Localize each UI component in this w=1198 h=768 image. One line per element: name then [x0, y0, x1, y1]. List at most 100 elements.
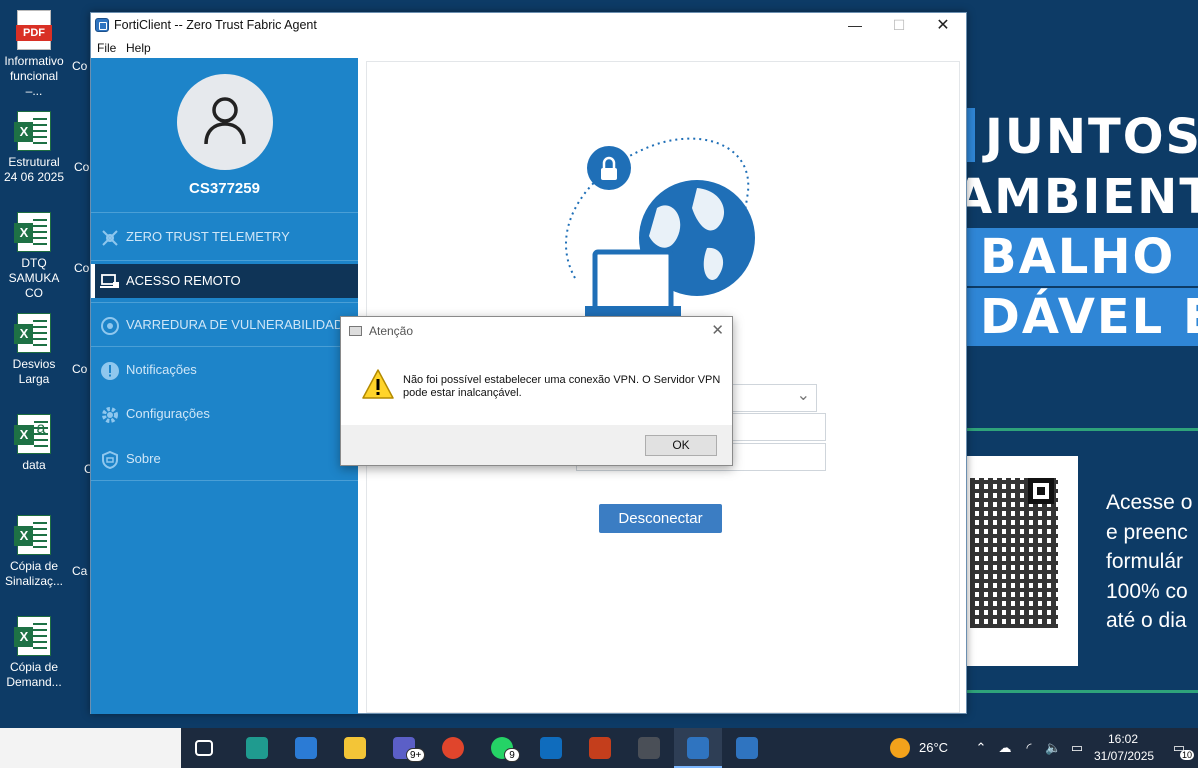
csv-file-icon [14, 414, 51, 454]
divider [91, 346, 358, 347]
desktop-icon[interactable]: Cópia de Demand... [0, 616, 68, 690]
pdf-file-icon [16, 10, 52, 50]
warning-icon [362, 369, 394, 399]
banner-line-4: DÁVEL E SE [966, 288, 1198, 346]
teams-taskbar-button[interactable]: 9+ [380, 728, 428, 768]
search-input[interactable] [0, 728, 181, 768]
sidebar-item-label: Sobre [126, 451, 161, 466]
desktop-icon[interactable]: Cópia de Sinalizaç... [0, 515, 68, 589]
banner-line-2: AMBIENTE [955, 169, 1198, 225]
alert-dialog: Atenção ✕ Não foi possível estabelecer u… [340, 316, 733, 466]
weather-icon[interactable] [890, 738, 910, 758]
sidebar-item-label: VARREDURA DE VULNERABILIDADE [126, 317, 352, 332]
outlook-icon [540, 737, 562, 759]
menu-bar: File Help [91, 38, 966, 58]
vulnerability-scan-icon [101, 317, 119, 335]
window-title: FortiClient -- Zero Trust Fabric Agent [114, 18, 317, 32]
excel-file-icon [14, 616, 51, 656]
wifi-icon[interactable]: ◜ [1021, 740, 1037, 756]
sidebar-item-configuracoes[interactable]: Configurações [91, 397, 358, 431]
chrome-taskbar-button[interactable] [429, 728, 477, 768]
divider [91, 302, 358, 303]
qr-code [966, 456, 1078, 666]
excel-file-icon [14, 515, 51, 555]
wallpaper-rule [966, 690, 1198, 693]
excel-file-icon [14, 111, 51, 151]
forticlient-app-icon [95, 18, 109, 32]
dialog-footer: OK [341, 425, 732, 465]
edge-taskbar-button[interactable] [233, 728, 281, 768]
edge-icon [246, 737, 268, 759]
calculator-icon [638, 737, 660, 759]
dialog-close-button[interactable]: ✕ [711, 321, 724, 339]
user-name: CS377259 [189, 180, 260, 197]
banner-line-1: JUNTOS P [955, 108, 1198, 166]
notification-count: 10 [1180, 750, 1195, 760]
battery-icon[interactable]: ▭ [1069, 740, 1085, 756]
sidebar-item-label: ZERO TRUST TELEMETRY [126, 229, 290, 244]
gear-icon [102, 407, 118, 423]
store-taskbar-button[interactable] [282, 728, 330, 768]
user-icon [204, 97, 246, 145]
clock-time[interactable]: 16:02 [1108, 732, 1138, 746]
task-view-taskbar-button[interactable] [182, 728, 230, 768]
weather-temp[interactable]: 26°C [919, 740, 948, 755]
onedrive-icon[interactable]: ☁ [997, 740, 1013, 756]
avatar[interactable] [177, 74, 273, 170]
title-bar[interactable]: FortiClient -- Zero Trust Fabric Agent —… [91, 13, 966, 38]
badge: 9 [504, 748, 520, 762]
vpn-name-dropdown[interactable] [727, 384, 817, 412]
sidebar-item-sobre[interactable]: Sobre [91, 442, 358, 476]
alert-icon [101, 362, 119, 380]
divider [91, 480, 358, 481]
sidebar-item-varredura[interactable]: VARREDURA DE VULNERABILIDADE [91, 308, 358, 342]
maximize-button[interactable]: ☐ [876, 13, 922, 38]
file-explorer-taskbar-button[interactable] [331, 728, 379, 768]
clock-date[interactable]: 31/07/2025 [1094, 749, 1154, 763]
desktop-icon[interactable]: Informativo funcional –... [0, 10, 68, 99]
remote-access-icon [100, 274, 119, 288]
forticlient-icon [687, 737, 709, 759]
powerpoint-taskbar-button[interactable] [576, 728, 624, 768]
wallpaper-side-text: Acesse o e preenc formulár 100% co até o… [1106, 491, 1193, 632]
chevron-up-icon[interactable]: ⌃ [973, 740, 989, 756]
divider [91, 260, 358, 261]
taskbar: 9+ 9 26°C ⌃ ☁ ◜ 🔈 ▭ 16:02 31/07/2025 ▭ 10 [0, 728, 1198, 768]
whatsapp-taskbar-button[interactable]: 9 [478, 728, 526, 768]
dialog-message: Não foi possível estabelecer uma conexão… [403, 374, 721, 399]
calculator-taskbar-button[interactable] [625, 728, 673, 768]
sidebar-item-label: ACESSO REMOTO [126, 273, 241, 288]
minimize-button[interactable]: — [832, 13, 878, 38]
powerpoint-icon [589, 737, 611, 759]
banner-line-3: BALHO MA [966, 228, 1198, 286]
shield-icon [102, 450, 118, 470]
sidebar-item-acesso-remoto[interactable]: ACESSO REMOTO [91, 264, 358, 298]
menu-file[interactable]: File [97, 41, 116, 55]
desktop-icon[interactable]: Desvios Larga [0, 313, 68, 387]
disconnect-button[interactable]: Desconectar [599, 504, 722, 533]
sidebar-item-zero-trust-telemetry[interactable]: ZERO TRUST TELEMETRY [91, 220, 358, 254]
dialog-window-icon [349, 326, 362, 336]
outlook-taskbar-button[interactable] [527, 728, 575, 768]
sidebar-item-label: Configurações [126, 406, 210, 421]
forticlient-2-taskbar-button[interactable] [723, 728, 771, 768]
menu-help[interactable]: Help [126, 41, 151, 55]
file-explorer-icon [344, 737, 366, 759]
excel-file-icon [14, 212, 51, 252]
chrome-icon [442, 737, 464, 759]
desktop-icon[interactable]: Estrutural 24 06 2025 [0, 111, 68, 185]
forticlient-2-icon [736, 737, 758, 759]
telemetry-icon [102, 230, 118, 246]
forticlient-taskbar-button[interactable] [674, 728, 722, 768]
ok-button[interactable]: OK [645, 435, 717, 456]
volume-icon[interactable]: 🔈 [1045, 740, 1061, 756]
sidebar: CS377259 ZERO TRUST TELEMETRY ACESSO REM… [91, 58, 358, 714]
desktop-icon[interactable]: data [0, 414, 68, 473]
desktop-icon[interactable]: DTQ SAMUKA CO [0, 212, 68, 301]
close-button[interactable]: ✕ [920, 13, 966, 38]
store-icon [295, 737, 317, 759]
sidebar-item-label: Notificações [126, 362, 197, 377]
badge: 9+ [406, 748, 426, 762]
dialog-title: Atenção [369, 324, 414, 338]
sidebar-item-notificacoes[interactable]: Notificações [91, 353, 358, 387]
